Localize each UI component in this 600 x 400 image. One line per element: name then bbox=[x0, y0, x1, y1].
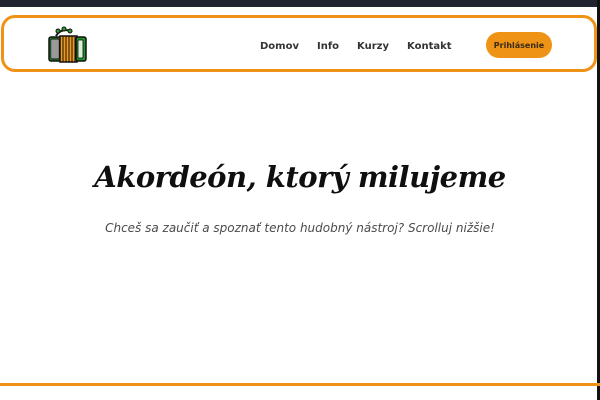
main-navigation: Domov Info Kurzy Kontakt bbox=[260, 18, 452, 75]
browser-top-bar bbox=[0, 0, 600, 7]
home-logo-link[interactable] bbox=[46, 26, 90, 66]
login-button[interactable]: Prihlásenie bbox=[486, 32, 552, 58]
site-header: Domov Info Kurzy Kontakt Prihlásenie bbox=[1, 15, 597, 72]
nav-link-domov[interactable]: Domov bbox=[260, 41, 299, 52]
page-subtitle: Chceš sa zaučiť a spoznať tento hudobný … bbox=[105, 221, 495, 235]
section-divider bbox=[0, 383, 600, 386]
accordion-icon bbox=[48, 26, 87, 63]
nav-link-kontakt[interactable]: Kontakt bbox=[407, 41, 452, 52]
nav-link-info[interactable]: Info bbox=[317, 41, 339, 52]
page-title: Akordeón, ktorý milujeme bbox=[94, 160, 506, 195]
nav-link-kurzy[interactable]: Kurzy bbox=[357, 41, 389, 52]
